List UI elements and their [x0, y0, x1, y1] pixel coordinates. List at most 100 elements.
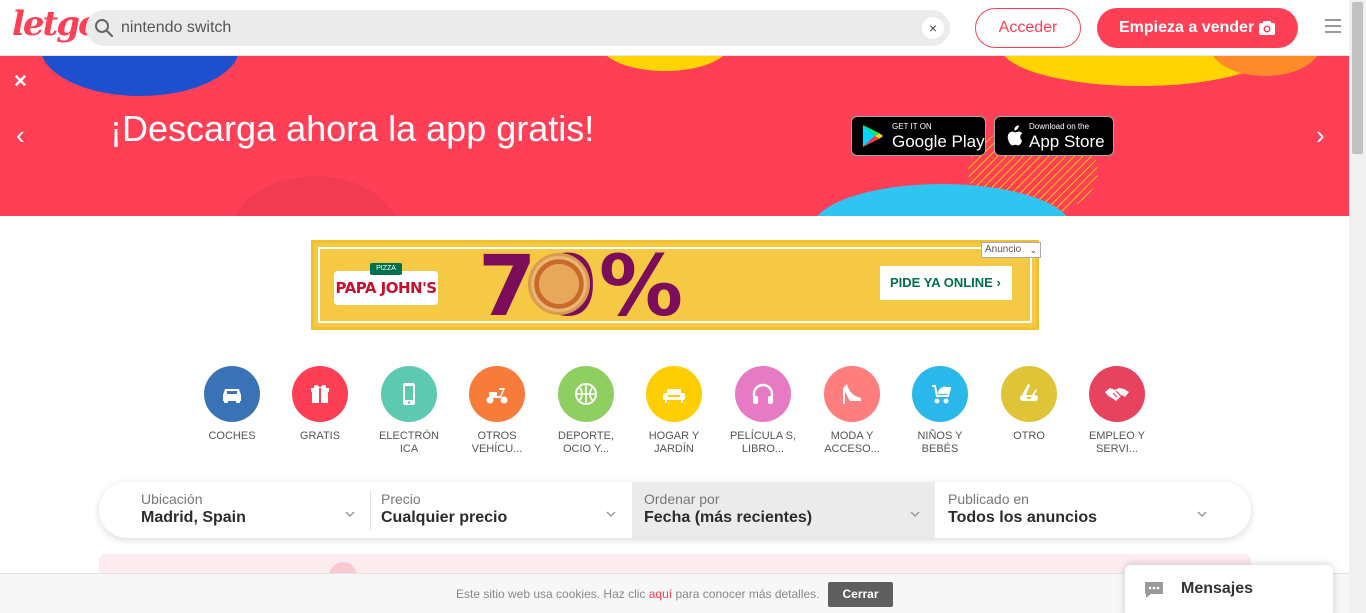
google-play-text: Google Play	[892, 132, 985, 151]
chevron-down-icon	[345, 511, 355, 518]
decorative-blob	[40, 56, 240, 96]
chevron-down-icon: ⌄	[1029, 245, 1037, 255]
page-scrollbar[interactable]	[1349, 0, 1366, 613]
apple-icon	[1007, 125, 1023, 146]
start-selling-label: Empieza a vender	[1119, 19, 1255, 36]
category-electronica[interactable]: ELECTRÓN ICA	[369, 366, 449, 456]
category-circle	[912, 366, 968, 422]
location-filter[interactable]: Ubicación Madrid, Spain	[99, 482, 370, 538]
category-circle	[646, 366, 702, 422]
category-hogar[interactable]: HOGAR Y JARDÍN	[634, 366, 714, 456]
chevron-down-icon	[910, 511, 920, 518]
filter-value: Fecha (más recientes)	[644, 509, 813, 526]
logo-brand-text: PAPA JOHN'S	[335, 279, 437, 297]
logo-pizza-tag: PIZZA	[370, 263, 402, 275]
scooter-icon	[486, 388, 508, 404]
filter-value: Cualquier precio	[381, 509, 508, 526]
decorative-blob	[230, 176, 400, 216]
ad-label-text: Anuncio	[985, 244, 1022, 255]
close-banner-icon[interactable]: ×	[14, 68, 27, 94]
cookie-details-link[interactable]: aquí	[649, 587, 672, 601]
cookie-text: Este sitio web usa cookies. Haz clic aqu…	[456, 587, 820, 601]
cookie-text-after: para conocer más detalles.	[672, 587, 820, 601]
close-cookies-button[interactable]: Cerrar	[828, 582, 893, 607]
category-label: GRATIS	[299, 430, 341, 442]
category-circle	[204, 366, 260, 422]
pizza-image	[528, 253, 590, 315]
category-label: PELÍCULA S, LIBRO...	[729, 430, 797, 455]
ad-label[interactable]: Anuncio ⌄	[981, 242, 1041, 258]
category-moda[interactable]: MODA Y ACCESO...	[812, 366, 892, 456]
google-play-small-text: GET IT ON	[892, 122, 932, 131]
app-store-badge[interactable]: Download on the App Store	[994, 116, 1114, 156]
chevron-left-icon[interactable]: ‹	[16, 120, 25, 151]
top-header: letgo × Acceder Empieza a vender	[0, 0, 1349, 56]
basketball-icon	[575, 383, 597, 405]
order-online-button[interactable]: PIDE YA ONLINE ›	[880, 266, 1012, 300]
category-label: NIÑOS Y BEBÉS	[917, 430, 963, 455]
chevron-down-icon	[606, 511, 616, 518]
login-button[interactable]: Acceder	[975, 8, 1081, 48]
category-gratis[interactable]: GRATIS	[280, 366, 360, 443]
messages-label: Mensajes	[1181, 580, 1254, 597]
search-bar[interactable]: ×	[86, 10, 950, 46]
category-circle	[735, 366, 791, 422]
phone-icon	[403, 383, 415, 405]
hamburger-menu-icon[interactable]	[1325, 19, 1341, 37]
category-label: MODA Y ACCESO...	[824, 430, 880, 455]
filter-label: Ubicación	[141, 491, 203, 507]
search-icon	[95, 19, 114, 38]
category-peliculas[interactable]: PELÍCULA S, LIBRO...	[723, 366, 803, 456]
page: letgo × Acceder Empieza a vender	[0, 0, 1366, 613]
category-ninos[interactable]: NIÑOS Y BEBÉS	[900, 366, 980, 456]
car-icon	[223, 389, 241, 403]
app-store-small-text: Download on the	[1029, 122, 1090, 131]
category-circle	[558, 366, 614, 422]
category-circle	[469, 366, 525, 422]
published-filter[interactable]: Publicado en Todos los anuncios	[936, 482, 1251, 538]
filter-label: Precio	[381, 491, 421, 507]
clear-search-button[interactable]: ×	[922, 17, 944, 39]
app-store-text: App Store	[1029, 132, 1105, 151]
category-label: ELECTRÓN ICA	[379, 430, 439, 455]
category-label: EMPLEO Y SERVI...	[1088, 430, 1146, 455]
filter-value: Madrid, Spain	[141, 509, 246, 526]
camera-icon	[1259, 21, 1275, 35]
category-deporte[interactable]: DEPORTE, OCIO Y...	[546, 366, 626, 456]
scrollbar-thumb[interactable]	[1352, 2, 1363, 154]
category-circle	[292, 366, 348, 422]
google-play-badge[interactable]: GET IT ON Google Play	[851, 116, 986, 156]
filter-value: Todos los anuncios	[948, 509, 1098, 526]
decorative-blob	[600, 56, 730, 71]
category-label: OTRO	[1013, 430, 1045, 442]
category-empleo[interactable]: EMPLEO Y SERVI...	[1077, 366, 1157, 456]
category-circle	[824, 366, 880, 422]
stroller-icon	[932, 385, 952, 404]
category-otro[interactable]: OTRO	[989, 366, 1069, 443]
papa-johns-logo: PIZZA PAPA JOHN'S	[334, 263, 438, 305]
sort-filter[interactable]: Ordenar por Fecha (más recientes)	[632, 482, 935, 538]
banner-title: ¡Descarga ahora la app gratis!	[110, 108, 595, 149]
chevron-down-icon	[1197, 511, 1207, 518]
category-circle	[1089, 366, 1145, 422]
category-label: OTROS VEHÍCU...	[471, 430, 523, 455]
sofa-icon	[663, 389, 685, 403]
category-coches[interactable]: COCHES	[192, 366, 272, 443]
messages-widget[interactable]: Mensajes	[1125, 565, 1333, 613]
google-play-icon	[862, 125, 884, 147]
chat-bubble-icon	[1145, 582, 1163, 598]
search-input[interactable]	[121, 10, 901, 46]
category-label: COCHES	[208, 430, 256, 442]
category-label: DEPORTE, OCIO Y...	[557, 430, 615, 455]
category-circle	[1001, 366, 1057, 422]
chevron-right-icon[interactable]: ›	[1316, 120, 1325, 151]
cookie-text-before: Este sitio web usa cookies. Haz clic	[456, 587, 649, 601]
advertisement-banner[interactable]: Anuncio ⌄ PIZZA PAPA JOHN'S 70% PIDE YA …	[311, 240, 1041, 331]
handshake-icon	[1105, 388, 1129, 401]
start-selling-button[interactable]: Empieza a vender	[1097, 8, 1298, 48]
filter-label: Ordenar por	[644, 491, 720, 507]
swiss-knife-icon	[1020, 384, 1038, 401]
price-filter[interactable]: Precio Cualquier precio	[371, 482, 631, 538]
category-otros-vehiculos[interactable]: OTROS VEHÍCU...	[457, 366, 537, 456]
headphones-icon	[752, 383, 774, 404]
